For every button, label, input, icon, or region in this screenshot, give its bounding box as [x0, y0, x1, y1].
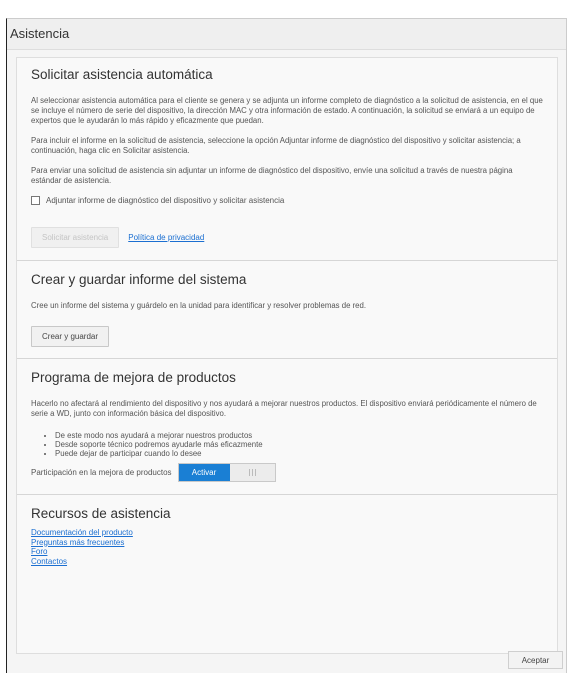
dialog-title: Asistencia — [7, 19, 566, 50]
attach-report-label[interactable]: Adjuntar informe de diagnóstico del disp… — [46, 196, 284, 205]
section-divider — [17, 358, 557, 359]
system-report-actions: Crear y guardar — [31, 326, 543, 347]
support-resources-section: Recursos de asistencia Documentación del… — [17, 506, 557, 566]
privacy-policy-link[interactable]: Política de privacidad — [128, 233, 204, 242]
system-report-section: Crear y guardar informe del sistema Cree… — [17, 272, 557, 347]
create-save-button[interactable]: Crear y guardar — [31, 326, 110, 347]
system-report-description: Cree un informe del sistema y guárdelo e… — [31, 301, 367, 310]
support-panel: Solicitar asistencia automática Al selec… — [16, 57, 558, 654]
forum-link[interactable]: Foro — [31, 547, 543, 557]
request-support-button[interactable]: Solicitar asistencia — [31, 227, 120, 248]
participation-label: Participación en la mejora de productos — [31, 468, 172, 477]
list-item: De este modo nos ayudará a mejorar nuest… — [55, 431, 543, 440]
list-item: Puede dejar de participar cuando lo dese… — [55, 449, 543, 458]
contacts-link[interactable]: Contactos — [31, 557, 543, 567]
attach-report-row[interactable]: Adjuntar informe de diagnóstico del disp… — [31, 196, 543, 205]
product-improvement-benefits: De este modo nos ayudará a mejorar nuest… — [31, 431, 543, 458]
attach-report-checkbox[interactable] — [31, 196, 40, 205]
section-divider — [17, 494, 557, 495]
support-resources-heading: Recursos de asistencia — [31, 506, 171, 521]
product-improvement-description: Hacerlo no afectará al rendimiento del d… — [31, 399, 537, 418]
support-resources-links: Documentación del producto Preguntas más… — [31, 528, 543, 566]
faq-link[interactable]: Preguntas más frecuentes — [31, 538, 543, 548]
auto-support-section: Solicitar asistencia automática Al selec… — [17, 67, 557, 248]
participation-row: Participación en la mejora de productos … — [31, 463, 543, 482]
product-documentation-link[interactable]: Documentación del producto — [31, 528, 543, 538]
participation-toggle[interactable]: Activar — [177, 463, 276, 482]
support-dialog: Asistencia Solicitar asistencia automáti… — [6, 18, 567, 673]
auto-support-alternative: Para enviar una solicitud de asistencia … — [31, 166, 513, 185]
system-report-heading: Crear y guardar informe del sistema — [31, 272, 247, 287]
section-divider — [17, 260, 557, 261]
auto-support-heading: Solicitar asistencia automática — [31, 67, 213, 82]
toggle-on-label[interactable]: Activar — [178, 464, 230, 481]
accept-button[interactable]: Aceptar — [508, 651, 563, 669]
toggle-grip-icon[interactable] — [229, 464, 275, 481]
product-improvement-heading: Programa de mejora de productos — [31, 370, 236, 385]
auto-support-actions: Solicitar asistencia Política de privaci… — [31, 227, 543, 248]
list-item: Desde soporte técnico podremos ayudarle … — [55, 440, 543, 449]
auto-support-description: Al seleccionar asistencia automática par… — [31, 96, 543, 125]
product-improvement-section: Programa de mejora de productos Hacerlo … — [17, 370, 557, 482]
auto-support-instructions: Para incluir el informe en la solicitud … — [31, 136, 521, 155]
